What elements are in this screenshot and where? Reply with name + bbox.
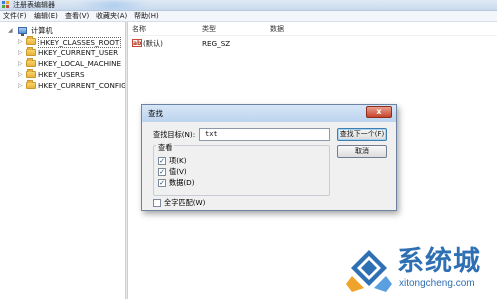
collapsed-arrow-icon[interactable]: ▷ bbox=[18, 47, 23, 58]
dialog-body: 查找目标(N): txt 查找下一个(F) 取消 查看 ✓ 项(K) ✓ 值(V… bbox=[142, 122, 396, 210]
menu-view[interactable]: 查看(V) bbox=[65, 11, 89, 22]
find-what-label: 查找目标(N): bbox=[153, 130, 196, 139]
tree-item-hkey-classes-root[interactable]: ▷ HKEY_CLASSES_ROOT bbox=[0, 36, 125, 48]
tree-item-computer[interactable]: ◢ 计算机 bbox=[0, 25, 125, 36]
watermark-logo-icon bbox=[346, 250, 392, 292]
folder-icon bbox=[26, 80, 36, 89]
title-blur bbox=[78, 1, 148, 10]
menu-edit[interactable]: 编辑(E) bbox=[34, 11, 58, 22]
tree-item-hkey-current-config[interactable]: ▷ HKEY_CURRENT_CONFIG bbox=[0, 80, 127, 91]
string-value-icon: ab bbox=[132, 39, 142, 47]
registry-editor-icon bbox=[2, 1, 9, 8]
tree-item-label: HKEY_LOCAL_MACHINE bbox=[38, 59, 122, 68]
close-button[interactable]: x bbox=[366, 106, 392, 118]
option-label: 值(V) bbox=[169, 167, 187, 176]
tree-item-hkey-current-user[interactable]: ▷ HKEY_CURRENT_USER bbox=[0, 47, 125, 58]
checkbox-checked-icon[interactable]: ✓ bbox=[158, 157, 166, 165]
tree-item-hkey-local-machine[interactable]: ▷ HKEY_LOCAL_MACHINE bbox=[0, 58, 125, 69]
column-header-name[interactable]: 名称 bbox=[132, 24, 146, 34]
watermark: 系统城 xitongcheng.com bbox=[341, 246, 497, 299]
computer-icon bbox=[18, 27, 27, 36]
window-title: 注册表编辑器 bbox=[13, 1, 55, 9]
cancel-button[interactable]: 取消 bbox=[337, 145, 387, 158]
value-type: REG_SZ bbox=[202, 39, 231, 48]
value-name: (默认) bbox=[143, 39, 163, 48]
tree-item-label: HKEY_CURRENT_USER bbox=[38, 48, 119, 57]
column-header-data[interactable]: 数据 bbox=[270, 24, 284, 34]
option-label: 数据(D) bbox=[169, 178, 195, 187]
tree-item-label: HKEY_CURRENT_CONFIG bbox=[38, 81, 127, 90]
header-divider bbox=[128, 35, 497, 36]
collapsed-arrow-icon[interactable]: ▷ bbox=[18, 36, 23, 47]
collapsed-arrow-icon[interactable]: ▷ bbox=[18, 69, 23, 80]
tree-item-label: HKEY_USERS bbox=[38, 70, 85, 79]
tree-root-label: 计算机 bbox=[31, 26, 53, 35]
folder-icon bbox=[26, 47, 36, 56]
tree-item-hkey-users[interactable]: ▷ HKEY_USERS bbox=[0, 69, 125, 80]
look-at-label: 查看 bbox=[156, 143, 175, 152]
folder-icon bbox=[26, 36, 36, 45]
find-next-button[interactable]: 查找下一个(F) bbox=[337, 128, 387, 141]
option-label: 项(K) bbox=[169, 156, 187, 165]
folder-icon bbox=[26, 69, 36, 78]
menu-file[interactable]: 文件(F) bbox=[3, 11, 27, 22]
find-dialog: 查找 x 查找目标(N): txt 查找下一个(F) 取消 查看 ✓ 项(K) … bbox=[141, 104, 397, 211]
collapsed-arrow-icon[interactable]: ▷ bbox=[18, 58, 23, 69]
list-item[interactable]: ab (默认) REG_SZ bbox=[128, 38, 497, 49]
expanded-arrow-icon[interactable]: ◢ bbox=[8, 25, 13, 36]
dialog-title: 查找 bbox=[148, 109, 163, 118]
find-what-input[interactable]: txt bbox=[199, 128, 330, 141]
title-bar: 注册表编辑器 bbox=[0, 0, 497, 11]
checkbox-checked-icon[interactable]: ✓ bbox=[158, 168, 166, 176]
collapsed-arrow-icon[interactable]: ▷ bbox=[18, 80, 23, 91]
menu-help[interactable]: 帮助(H) bbox=[134, 11, 159, 22]
column-header-type[interactable]: 类型 bbox=[202, 24, 216, 34]
watermark-brand: 系统城 bbox=[397, 246, 481, 277]
dialog-title-bar: 查找 x bbox=[142, 105, 396, 122]
menu-bar: 文件(F) 编辑(E) 查看(V) 收藏夹(A) 帮助(H) bbox=[0, 11, 497, 22]
key-tree: ◢ 计算机 ▷ HKEY_CLASSES_ROOT ▷ HKEY_CURRENT… bbox=[0, 22, 127, 299]
folder-icon bbox=[26, 58, 36, 67]
checkbox-unchecked-icon[interactable] bbox=[153, 199, 161, 207]
checkbox-checked-icon[interactable]: ✓ bbox=[158, 179, 166, 187]
option-label: 全字匹配(W) bbox=[164, 198, 206, 207]
watermark-url: xitongcheng.com bbox=[399, 278, 475, 289]
menu-favorites[interactable]: 收藏夹(A) bbox=[96, 11, 127, 22]
